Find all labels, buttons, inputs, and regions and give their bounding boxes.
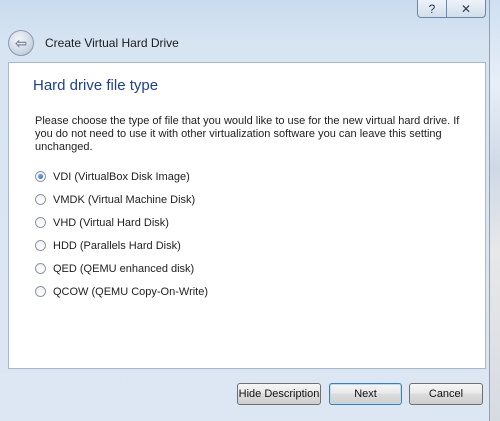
option-vhd[interactable]: VHD (Virtual Hard Disk): [35, 211, 208, 234]
option-label: VHD (Virtual Hard Disk): [53, 216, 169, 229]
help-icon: ?: [428, 1, 436, 16]
next-button[interactable]: Next: [329, 383, 402, 405]
option-hdd[interactable]: HDD (Parallels Hard Disk): [35, 234, 208, 257]
radio-vmdk[interactable]: [35, 194, 46, 205]
option-qed[interactable]: QED (QEMU enhanced disk): [35, 257, 208, 280]
option-label: VMDK (Virtual Machine Disk): [53, 193, 196, 206]
radio-vhd[interactable]: [35, 217, 46, 228]
option-vdi[interactable]: VDI (VirtualBox Disk Image): [35, 165, 208, 188]
page-description: Please choose the type of file that you …: [35, 115, 460, 153]
cancel-button[interactable]: Cancel: [409, 383, 483, 405]
back-arrow-icon: ⇦: [15, 34, 27, 51]
dialog-window: ? ✕ ⇦ Create Virtual Hard Drive Hard dri…: [0, 0, 490, 421]
caption-buttons: ? ✕: [417, 0, 486, 19]
button-bar: Hide Description Next Cancel: [8, 367, 486, 421]
radio-hdd[interactable]: [35, 240, 46, 251]
hide-description-button[interactable]: Hide Description: [237, 383, 321, 405]
help-button[interactable]: ?: [417, 0, 447, 18]
window-title: Create Virtual Hard Drive: [45, 36, 179, 50]
close-icon: ✕: [460, 1, 472, 16]
back-button[interactable]: ⇦: [8, 30, 34, 56]
wizard-header: ⇦ Create Virtual Hard Drive: [0, 26, 489, 60]
option-label: QCOW (QEMU Copy-On-Write): [53, 285, 209, 298]
radio-qed[interactable]: [35, 263, 46, 274]
radio-vdi[interactable]: [35, 171, 46, 182]
option-qcow[interactable]: QCOW (QEMU Copy-On-Write): [35, 280, 208, 303]
option-label: VDI (VirtualBox Disk Image): [53, 170, 190, 183]
file-type-options: VDI (VirtualBox Disk Image) VMDK (Virtua…: [35, 165, 208, 303]
page-title: Hard drive file type: [33, 77, 159, 94]
radio-qcow[interactable]: [35, 286, 46, 297]
close-button[interactable]: ✕: [447, 0, 486, 18]
option-vmdk[interactable]: VMDK (Virtual Machine Disk): [35, 188, 208, 211]
option-label: QED (QEMU enhanced disk): [53, 262, 195, 275]
option-label: HDD (Parallels Hard Disk): [53, 239, 181, 252]
content-panel: Hard drive file type Please choose the t…: [8, 62, 486, 369]
